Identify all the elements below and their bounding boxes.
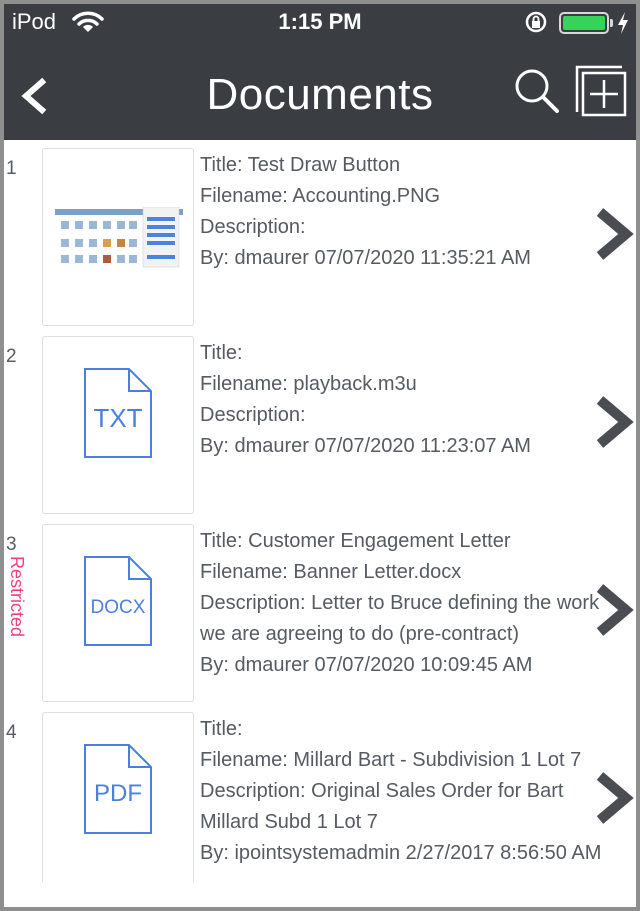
document-description: Description: Letter to Bruce defining th… xyxy=(200,592,600,645)
battery-icon xyxy=(559,12,609,34)
document-info: Title: Test Draw Button Filename: Accoun… xyxy=(200,150,610,274)
document-description: Description: Original Sales Order for Ba… xyxy=(200,780,564,833)
document-title: Title: Test Draw Button xyxy=(200,154,401,176)
document-list: 1 Title: Test Draw Button Filename: Acco… xyxy=(4,140,636,882)
document-info: Title: Filename: Millard Bart - Subdivis… xyxy=(200,714,610,869)
document-filename: Filename: Millard Bart - Subdivision 1 L… xyxy=(200,749,582,771)
row-index: 2 xyxy=(6,346,17,367)
document-row[interactable]: 3 Restricted DOCX Title: Customer Engage… xyxy=(4,516,636,704)
battery-tip xyxy=(610,19,613,27)
document-description: Description: xyxy=(200,216,306,238)
document-row[interactable]: 1 Title: Test Draw Button Filename: Acco… xyxy=(4,140,636,328)
row-index: 3 xyxy=(6,534,17,555)
document-filename: Filename: Banner Letter.docx xyxy=(200,561,462,583)
document-author-date: By: dmaurer 07/07/2020 11:35:21 AM xyxy=(200,247,531,269)
add-document-icon[interactable] xyxy=(574,64,628,118)
document-title: Title: xyxy=(200,718,243,740)
thumbnail-image[interactable] xyxy=(42,148,194,326)
document-author-date: By: dmaurer 07/07/2020 11:23:07 AM xyxy=(200,435,531,457)
document-info: Title: Filename: playback.m3u Descriptio… xyxy=(200,338,610,462)
document-filename: Filename: Accounting.PNG xyxy=(200,185,441,207)
file-type-label: TXT xyxy=(93,403,142,433)
status-bar: iPod 1:15 PM xyxy=(4,4,636,40)
charging-bolt-icon xyxy=(618,12,628,34)
chevron-right-icon[interactable] xyxy=(594,394,634,450)
document-row[interactable]: 4 PDF Title: Filename: Millard Bart - Su… xyxy=(4,704,636,882)
row-index: 4 xyxy=(6,722,17,743)
pdf-file-icon: PDF xyxy=(84,744,152,834)
docx-file-icon: DOCX xyxy=(84,556,152,646)
file-thumbnail[interactable]: TXT xyxy=(42,336,194,514)
rotation-lock-icon xyxy=(525,11,547,33)
document-info: Title: Customer Engagement Letter Filena… xyxy=(200,526,610,681)
file-thumbnail[interactable]: DOCX xyxy=(42,524,194,702)
restricted-label: Restricted xyxy=(7,556,27,638)
document-row[interactable]: 2 TXT Title: Filename: playback.m3u Desc… xyxy=(4,328,636,516)
document-filename: Filename: playback.m3u xyxy=(200,373,417,395)
file-type-label: PDF xyxy=(94,780,142,807)
search-icon[interactable] xyxy=(512,66,560,114)
document-description: Description: xyxy=(200,404,306,426)
screenshot-preview-icon xyxy=(55,207,183,271)
row-index: 1 xyxy=(6,158,17,179)
navigation-bar: Documents xyxy=(4,40,636,140)
document-title: Title: xyxy=(200,342,243,364)
document-author-date: By: dmaurer 07/07/2020 10:09:45 AM xyxy=(200,654,533,676)
file-thumbnail[interactable]: PDF xyxy=(42,712,194,882)
file-type-label: DOCX xyxy=(91,597,146,618)
chevron-right-icon[interactable] xyxy=(594,582,634,638)
document-author-date: By: ipointsystemadmin 2/27/2017 8:56:50 … xyxy=(200,842,602,864)
app-frame: iPod 1:15 PM Documents 1 Title: Test Dra… xyxy=(4,4,636,907)
chevron-right-icon[interactable] xyxy=(594,770,634,826)
document-title: Title: Customer Engagement Letter xyxy=(200,530,511,552)
txt-file-icon: TXT xyxy=(84,368,152,458)
chevron-right-icon[interactable] xyxy=(594,206,634,262)
